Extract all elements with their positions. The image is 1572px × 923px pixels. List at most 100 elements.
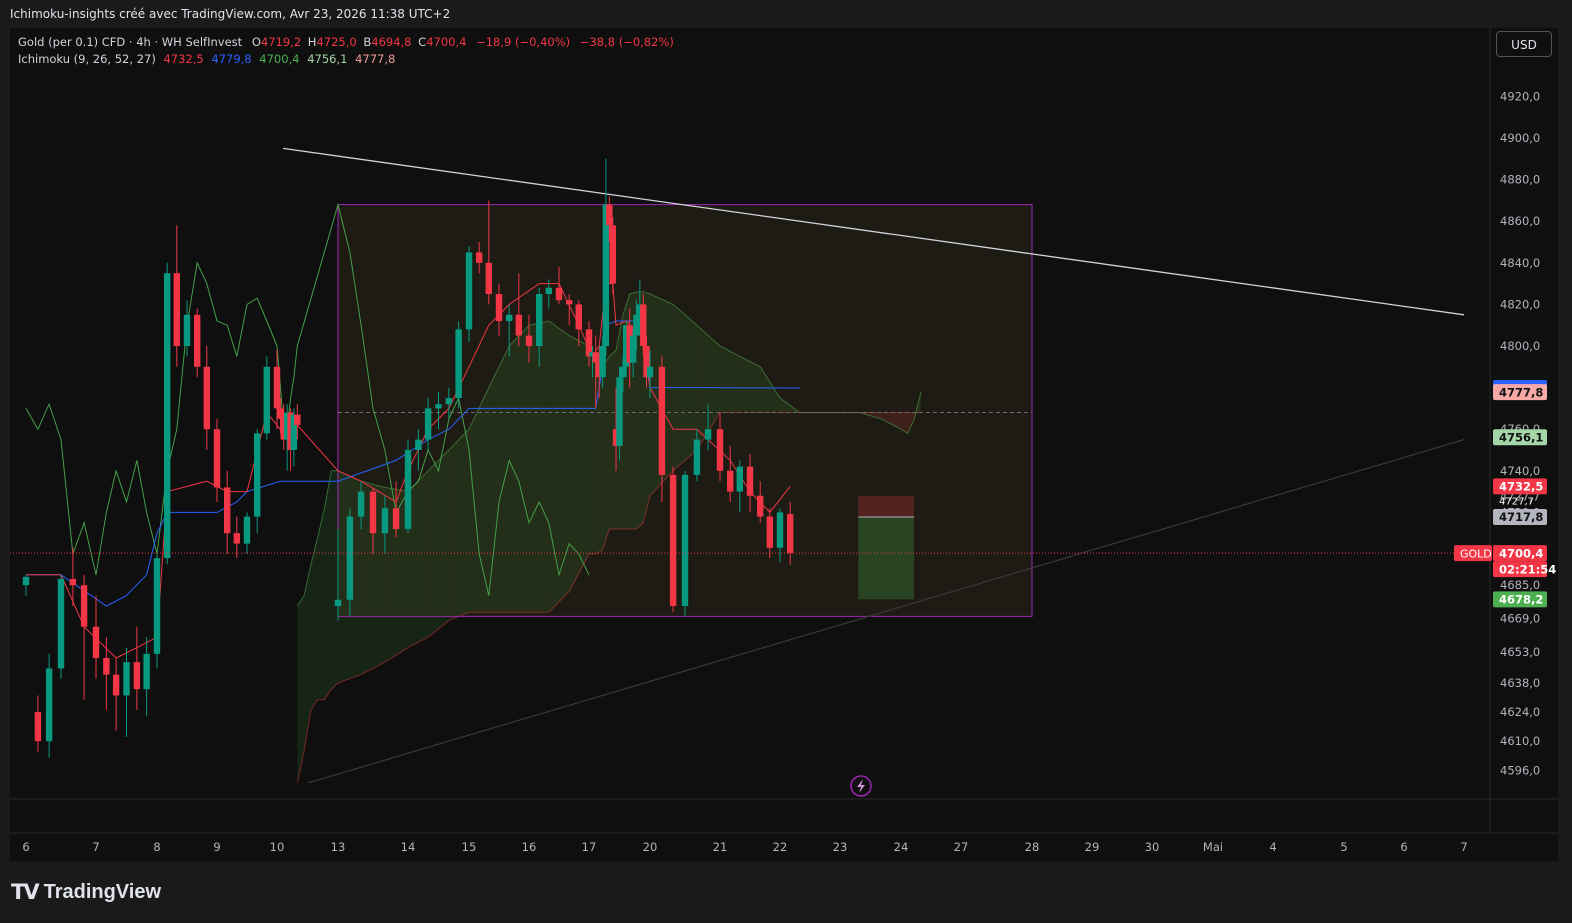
legend-open-value: 4719,2 xyxy=(260,35,302,49)
indicator-chikou-value: 4700,4 xyxy=(259,52,300,66)
y-tick-label: 4653,0 xyxy=(1500,645,1540,659)
x-tick-label: 30 xyxy=(1145,840,1160,854)
candle-body xyxy=(633,314,640,336)
candle-body xyxy=(669,474,677,606)
x-tick-label: 5 xyxy=(1340,840,1347,854)
x-tick-label: 13 xyxy=(331,840,346,854)
y-tick-label: 4740,0 xyxy=(1500,464,1540,478)
y-tick-label: 4638,0 xyxy=(1500,676,1540,690)
candle-body xyxy=(545,287,552,294)
candle-body xyxy=(334,599,342,606)
indicator-tenkan-value: 4732,5 xyxy=(163,52,204,66)
y-tick-label: 4800,0 xyxy=(1500,339,1540,353)
price-chart[interactable]: 4920,0 4900,0 4880,0 4860,0 4840,0 4820,0 4800… xyxy=(10,28,1558,861)
candle-body xyxy=(525,335,533,346)
candle-body xyxy=(123,662,130,696)
chart-area[interactable]: 4920,0 4900,0 4880,0 4860,0 4840,0 4820,0 4800… xyxy=(10,28,1558,861)
candle-body xyxy=(736,466,743,492)
candle-body xyxy=(112,674,120,696)
cloud-segment xyxy=(331,470,338,690)
candle-body xyxy=(346,516,354,600)
candle-body xyxy=(476,252,483,263)
candle-body xyxy=(658,366,666,475)
candle-body xyxy=(746,466,754,496)
legend-close-value: 4700,4 xyxy=(426,35,467,49)
candle-body xyxy=(616,377,623,446)
candle-body xyxy=(555,287,563,301)
candle-body xyxy=(592,352,599,363)
candle-body xyxy=(455,329,462,398)
y-tick-label: 4920,0 xyxy=(1500,89,1540,103)
candle-body xyxy=(173,273,180,346)
candle-body xyxy=(22,576,30,586)
candle-body xyxy=(369,491,377,534)
candle-body xyxy=(506,314,513,322)
indicator-name: Ichimoku (9, 26, 52, 27) xyxy=(18,52,156,66)
x-tick-label: 6 xyxy=(22,840,29,854)
x-tick-label: 22 xyxy=(773,840,788,854)
gold-tag-label: GOLD xyxy=(1460,547,1492,560)
candle-body xyxy=(727,470,734,492)
candle-body xyxy=(757,495,764,517)
candle-body xyxy=(164,273,171,559)
candle-body xyxy=(153,558,161,654)
candle-body xyxy=(575,304,582,330)
candle-body xyxy=(243,516,251,544)
indicator-legend: Ichimoku (9, 26, 52, 27) 4732,5 4779,8 4… xyxy=(18,52,395,66)
candle-body xyxy=(776,512,784,548)
x-tick-label: 7 xyxy=(1460,840,1467,854)
x-tick-label: Mai xyxy=(1203,840,1223,854)
y-tick-label: 4880,0 xyxy=(1500,173,1540,187)
legend-change: −18,9 (−0,40%) xyxy=(476,35,571,49)
price-badge-peek: 4727,7 xyxy=(1499,496,1534,507)
candle-body xyxy=(609,225,616,284)
candle-body xyxy=(80,585,88,627)
candle-body xyxy=(716,429,724,471)
position-stop-zone xyxy=(858,495,914,517)
tradingview-logo-icon: TV xyxy=(11,880,40,904)
x-tick-label: 10 xyxy=(270,840,285,854)
candle-body xyxy=(92,626,100,658)
candle-body xyxy=(495,294,503,322)
y-tick-label: 4624,0 xyxy=(1500,705,1540,719)
candle-body xyxy=(787,514,794,554)
candle-body xyxy=(183,314,191,346)
x-tick-label: 29 xyxy=(1085,840,1100,854)
x-tick-label: 7 xyxy=(92,840,99,854)
price-badge-label: 4700,4 xyxy=(1499,546,1543,560)
legend-change-2: −38,8 (−0,82%) xyxy=(579,35,674,49)
x-tick-label: 27 xyxy=(954,840,969,854)
cloud-segment xyxy=(317,508,325,700)
x-tick-label: 9 xyxy=(213,840,220,854)
candle-body xyxy=(143,653,150,690)
x-tick-label: 28 xyxy=(1025,840,1040,854)
candle-body xyxy=(465,252,473,330)
candle-body xyxy=(294,414,301,426)
candle-body xyxy=(485,262,492,294)
indicator-span-b-value: 4777,8 xyxy=(355,52,396,66)
candle-body xyxy=(640,304,647,346)
candle-body xyxy=(693,439,701,475)
candle-body xyxy=(273,366,281,409)
candle-body xyxy=(213,429,221,488)
y-tick-label: 4669,0 xyxy=(1500,611,1540,625)
y-tick-label: 4596,0 xyxy=(1500,763,1540,777)
candle-body xyxy=(233,533,240,544)
position-target-zone xyxy=(858,516,914,600)
candle-body xyxy=(619,366,627,378)
candle-body xyxy=(263,366,270,434)
y-tick-label: 4820,0 xyxy=(1500,297,1540,311)
candle-body xyxy=(606,204,613,226)
candle-body xyxy=(681,474,689,606)
candle-body xyxy=(254,433,261,517)
candle-body xyxy=(629,335,637,363)
currency-button[interactable]: USD xyxy=(1496,31,1552,57)
candle-body xyxy=(424,408,432,440)
x-tick-label: 17 xyxy=(582,840,597,854)
tradingview-logo[interactable]: TV TradingView xyxy=(11,880,161,904)
candle-body xyxy=(445,398,453,405)
candle-body xyxy=(133,662,141,690)
candle-body xyxy=(766,516,773,548)
candle-body xyxy=(435,404,442,409)
y-tick-label: 4685,0 xyxy=(1500,578,1540,592)
